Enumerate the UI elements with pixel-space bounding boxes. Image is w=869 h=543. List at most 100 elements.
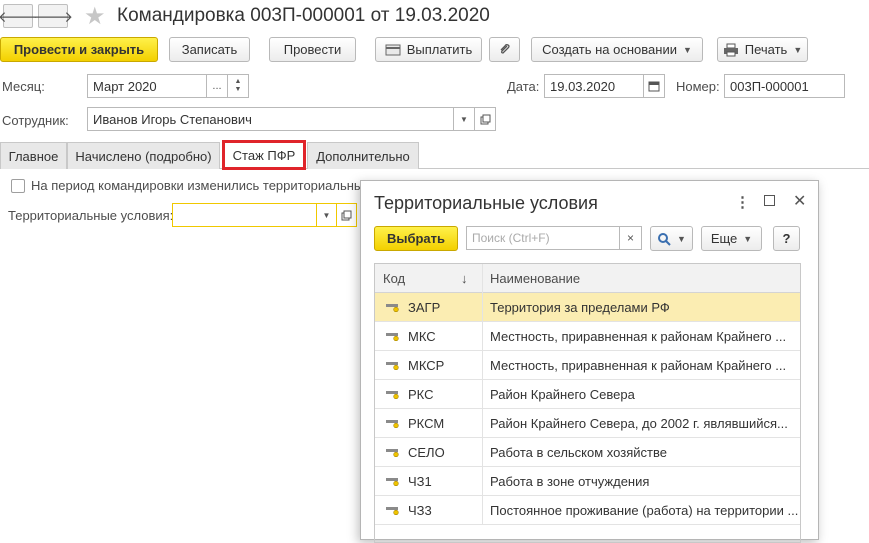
help-button[interactable]: ?	[773, 226, 800, 251]
more-button[interactable]: Еще ▼	[701, 226, 762, 251]
catalog-item-icon	[386, 391, 399, 399]
back-button[interactable]: 🡐	[0, 4, 38, 28]
column-divider	[482, 380, 483, 409]
cell-name: Работа в зоне отчуждения	[490, 473, 650, 489]
cell-name: Территория за пределами РФ	[490, 299, 670, 315]
post-button[interactable]: Провести	[269, 37, 356, 62]
paperclip-icon	[500, 43, 510, 54]
date-label: Дата:	[507, 79, 540, 94]
cell-code: МКСР	[408, 357, 445, 373]
search-input[interactable]: Поиск (Ctrl+F)	[466, 226, 642, 250]
employee-dropdown-button[interactable]: ▼	[453, 107, 475, 131]
terr-changed-checkbox[interactable]	[11, 179, 25, 193]
table-row[interactable]: ЧЗ1 Работа в зоне отчуждения	[375, 467, 800, 496]
month-select-button[interactable]: ...	[206, 74, 228, 98]
search-icon	[658, 232, 671, 246]
catalog-item-icon	[386, 362, 399, 370]
table-row[interactable]: ЗАГР Территория за пределами РФ	[375, 293, 800, 322]
cell-name: Район Крайнего Севера	[490, 386, 635, 402]
table-row[interactable]: ЧЗ3 Постоянное проживание (работа) на тер…	[375, 496, 800, 525]
table-row[interactable]: МКСР Местность, приравненная к районам Кр…	[375, 351, 800, 380]
cell-name: Местность, приравненная к районам Крайне…	[490, 357, 787, 373]
number-field[interactable]: 003П-000001	[724, 74, 845, 98]
forward-button[interactable]: 🡒	[33, 4, 73, 28]
search-clear-button[interactable]: ×	[619, 226, 642, 250]
column-divider	[482, 322, 483, 351]
table-row[interactable]: РКС Район Крайнего Севера	[375, 380, 800, 409]
page-title: Командировка 003П-000001 от 19.03.2020	[117, 5, 490, 26]
chevron-down-icon: ▼	[793, 44, 803, 55]
column-divider	[482, 351, 483, 380]
cell-name: Работа в сельском хозяйстве	[490, 444, 667, 460]
chevron-down-icon: ▼	[677, 233, 686, 244]
print-button[interactable]: Печать ▼	[717, 37, 808, 62]
open-icon	[341, 210, 352, 220]
column-divider	[482, 467, 483, 496]
employee-open-button[interactable]	[474, 107, 496, 131]
attach-button[interactable]	[489, 37, 520, 62]
cell-code: МКС	[408, 328, 436, 344]
tab-accrued-detailed[interactable]: Начислено (подробно)	[67, 142, 220, 169]
column-name-header[interactable]: Наименование	[490, 264, 580, 293]
dialog-title: Территориальные условия	[374, 193, 598, 213]
terr-dropdown-button[interactable]: ▼	[316, 203, 337, 227]
pay-icon	[385, 44, 401, 55]
table-row[interactable]: МКС Местность, приравненная к районам Кра…	[375, 322, 800, 351]
tab-main[interactable]: Главное	[0, 142, 67, 169]
column-divider	[482, 293, 483, 322]
conditions-table: Код ↓ Наименование ЗАГР Территория за пре…	[374, 263, 801, 543]
cell-code: ЗАГР	[408, 299, 441, 315]
cell-code: ЧЗ3	[408, 502, 432, 518]
chevron-down-icon: ▼	[682, 44, 692, 55]
cell-code: СЕЛО	[408, 444, 445, 460]
chevron-down-icon: ▼	[743, 233, 753, 244]
maximize-icon[interactable]	[764, 195, 775, 206]
cell-code: РКСМ	[408, 415, 445, 431]
month-label: Месяц:	[2, 79, 45, 94]
terr-open-button[interactable]	[336, 203, 357, 227]
cell-name: Постоянное проживание (работа) на террит…	[490, 502, 799, 518]
catalog-item-icon	[386, 449, 399, 457]
terr-changed-label: На период командировки изменились террит…	[31, 178, 371, 193]
tab-pfr-experience[interactable]: Стаж ПФР	[222, 140, 306, 170]
column-divider	[482, 496, 483, 525]
month-field[interactable]: Март 2020	[87, 74, 207, 98]
catalog-item-icon	[386, 304, 399, 312]
cell-name: Район Крайнего Севера, до 2002 г. являвш…	[490, 415, 788, 431]
cell-code: РКС	[408, 386, 434, 402]
column-divider	[482, 438, 483, 467]
favorite-star-icon[interactable]: ★	[84, 2, 106, 31]
tab-additional[interactable]: Дополнительно	[307, 142, 419, 169]
employee-field[interactable]: Иванов Игорь Степанович	[87, 107, 454, 131]
sort-desc-icon: ↓	[461, 271, 468, 286]
printer-icon	[723, 43, 738, 56]
select-button[interactable]: Выбрать	[374, 226, 458, 251]
open-icon	[480, 114, 490, 124]
column-divider	[482, 409, 483, 438]
catalog-item-icon	[386, 507, 399, 515]
more-options-icon[interactable]: ⋮	[735, 193, 750, 211]
catalog-item-icon	[386, 333, 399, 341]
cell-name: Местность, приравненная к районам Крайне…	[490, 328, 787, 344]
pay-button[interactable]: Выплатить	[375, 37, 482, 62]
month-stepper[interactable]: ▲ ▼	[227, 74, 249, 98]
search-options-button[interactable]: ▼	[650, 226, 693, 251]
post-and-close-button[interactable]: Провести и закрыть	[0, 37, 158, 62]
table-header: Код ↓ Наименование	[375, 264, 800, 293]
create-based-on-button[interactable]: Создать на основании ▼	[531, 37, 703, 62]
save-button[interactable]: Записать	[169, 37, 250, 62]
table-row[interactable]: СЕЛО Работа в сельском хозяйстве	[375, 438, 800, 467]
catalog-item-icon	[386, 420, 399, 428]
chevron-down-icon: ▼	[322, 210, 331, 220]
column-divider	[482, 264, 483, 293]
date-field[interactable]: 19.03.2020	[544, 74, 644, 98]
table-row[interactable]: РКСМ Район Крайнего Севера, до 2002 г. яв…	[375, 409, 800, 438]
calendar-icon	[648, 81, 660, 92]
close-icon[interactable]: ✕	[793, 191, 806, 211]
column-code-header[interactable]: Код	[383, 264, 405, 293]
clear-icon: ×	[626, 231, 634, 245]
territorial-conditions-dialog: Территориальные условия ⋮ ✕ Выбрать Поис…	[360, 180, 819, 543]
calendar-button[interactable]	[643, 74, 665, 98]
catalog-item-icon	[386, 478, 399, 486]
terr-conditions-field[interactable]	[172, 203, 317, 227]
